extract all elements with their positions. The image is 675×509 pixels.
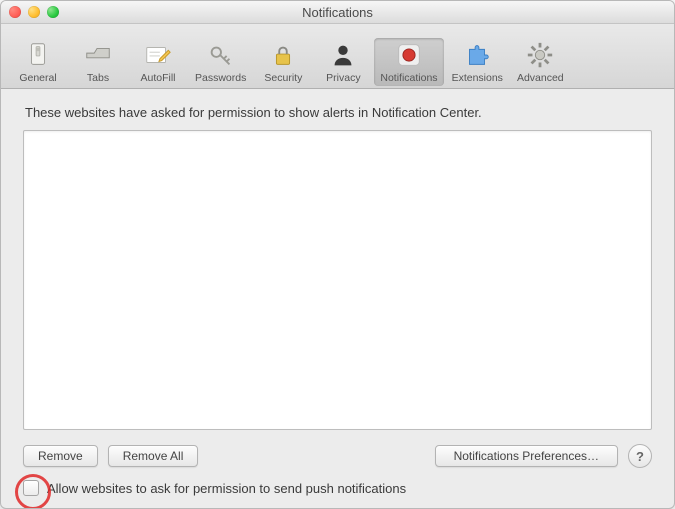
websites-list[interactable] xyxy=(23,130,652,430)
tab-general[interactable]: General xyxy=(9,38,67,86)
minimize-button[interactable] xyxy=(28,6,40,18)
tab-label: Tabs xyxy=(87,72,109,84)
tab-privacy[interactable]: Privacy xyxy=(314,38,372,86)
tab-icon xyxy=(83,40,113,70)
tab-advanced[interactable]: Advanced xyxy=(511,38,570,86)
description-text: These websites have asked for permission… xyxy=(25,105,650,120)
tab-notifications[interactable]: Notifications xyxy=(374,38,443,86)
allow-websites-label: Allow websites to ask for permission to … xyxy=(47,481,406,496)
tab-label: General xyxy=(19,72,56,84)
pencil-form-icon xyxy=(143,40,173,70)
allow-row: Allow websites to ask for permission to … xyxy=(23,480,652,496)
switch-icon xyxy=(23,40,53,70)
remove-all-button[interactable]: Remove All xyxy=(108,445,199,467)
lock-icon xyxy=(268,40,298,70)
notifications-preferences-button[interactable]: Notifications Preferences… xyxy=(435,445,618,467)
zoom-button[interactable] xyxy=(47,6,59,18)
tab-extensions[interactable]: Extensions xyxy=(446,38,509,86)
allow-websites-checkbox[interactable] xyxy=(23,480,39,496)
titlebar: Notifications xyxy=(1,1,674,24)
tab-passwords[interactable]: Passwords xyxy=(189,38,252,86)
tab-autofill[interactable]: AutoFill xyxy=(129,38,187,86)
gear-icon xyxy=(525,40,555,70)
help-button[interactable]: ? xyxy=(628,444,652,468)
puzzle-icon xyxy=(462,40,492,70)
preferences-window: Notifications General Tabs AutoFill Pass… xyxy=(0,0,675,509)
content-area: These websites have asked for permission… xyxy=(1,89,674,508)
toolbar: General Tabs AutoFill Passwords Security xyxy=(1,24,674,89)
tab-label: Advanced xyxy=(517,72,564,84)
window-title: Notifications xyxy=(1,5,674,20)
tab-label: Passwords xyxy=(195,72,246,84)
window-controls xyxy=(9,6,59,18)
tab-label: AutoFill xyxy=(140,72,175,84)
key-icon xyxy=(206,40,236,70)
close-button[interactable] xyxy=(9,6,21,18)
tab-security[interactable]: Security xyxy=(254,38,312,86)
tab-label: Privacy xyxy=(326,72,360,84)
remove-button[interactable]: Remove xyxy=(23,445,98,467)
tab-label: Extensions xyxy=(452,72,503,84)
record-icon xyxy=(394,40,424,70)
tab-label: Notifications xyxy=(380,72,437,84)
person-icon xyxy=(328,40,358,70)
button-row: Remove Remove All Notifications Preferen… xyxy=(23,444,652,468)
tab-label: Security xyxy=(264,72,302,84)
tab-tabs[interactable]: Tabs xyxy=(69,38,127,86)
